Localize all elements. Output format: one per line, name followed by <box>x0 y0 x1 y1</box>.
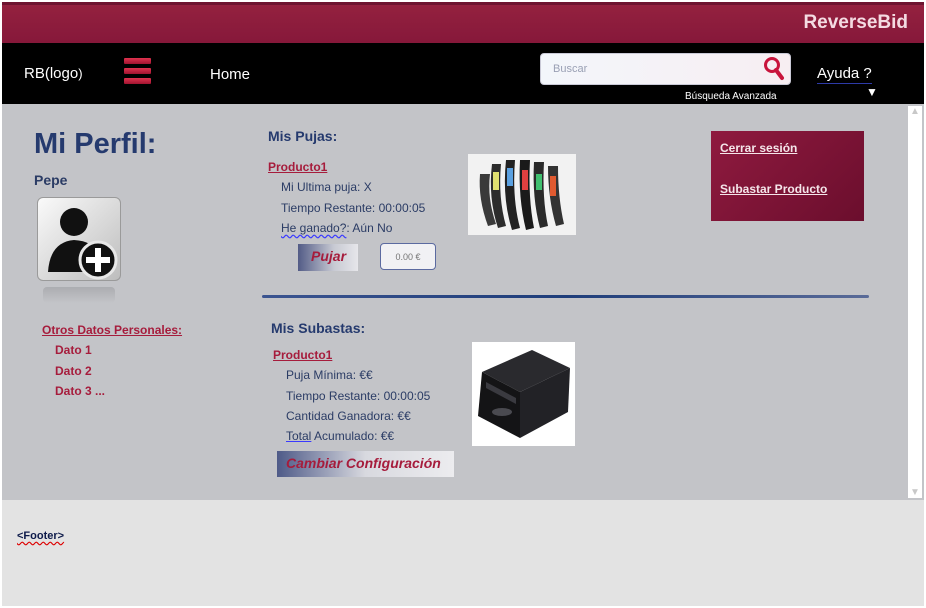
other-data-title[interactable]: Otros Datos Personales: <box>42 323 182 337</box>
winning-amount: Cantidad Ganadora: €€ <box>286 409 411 423</box>
personal-data-item: Dato 2 <box>55 364 92 378</box>
auction-product-menu-link[interactable]: Subastar Producto <box>720 182 827 196</box>
logo[interactable]: RB(logo) <box>24 65 83 82</box>
advanced-search-link[interactable]: Búsqueda Avanzada <box>685 91 777 102</box>
my-auctions-title: Mis Subastas: <box>271 320 366 336</box>
logo-text: RB(logo <box>24 65 79 82</box>
account-menu: Cerrar sesión Subastar Producto <box>711 131 864 221</box>
username: Pepe <box>34 172 68 188</box>
footer-label: <Footer> <box>17 530 65 542</box>
change-config-button[interactable]: Cambiar Configuración <box>277 451 454 477</box>
scroll-down-arrow-icon[interactable]: ▼ <box>910 487 920 498</box>
dropdown-arrow-icon[interactable]: ▼ <box>866 85 878 99</box>
auction-product-link[interactable]: Producto1 <box>273 348 332 362</box>
personal-data-item: Dato 3 ... <box>55 384 106 398</box>
personal-data-item: Dato 1 <box>55 343 92 357</box>
search-icon[interactable] <box>762 56 786 82</box>
smart-bands-product-image <box>468 154 576 235</box>
bid-time-left: Tiempo Restante: 00:00:05 <box>281 201 426 215</box>
logout-link[interactable]: Cerrar sesión <box>720 141 797 155</box>
brand-bar: ReverseBid <box>2 2 924 43</box>
search-box <box>540 53 791 85</box>
bid-won-status: He ganado?: Aún No <box>281 221 392 235</box>
brand-name: ReverseBid <box>803 12 908 33</box>
bid-button[interactable]: Pujar <box>298 244 358 271</box>
total-value: Acumulado: €€ <box>311 429 395 443</box>
media-player-product-image <box>472 342 575 446</box>
search-input[interactable] <box>553 60 753 78</box>
total-accumulated: Total Acumulado: €€ <box>286 429 394 443</box>
total-label: Total <box>286 429 312 443</box>
auction-time-left: Tiempo Restante: 00:00:05 <box>286 389 431 403</box>
won-label: He ganado? <box>281 221 347 235</box>
nav-bar: RB(logo) Home Búsqueda Avanzada Ayuda ? … <box>2 43 924 104</box>
scroll-up-arrow-icon[interactable]: ▲ <box>910 106 920 117</box>
page-title: Mi Perfil: <box>34 128 157 160</box>
scrollbar[interactable]: ▲ ▼ <box>908 106 922 498</box>
hamburger-menu-icon[interactable] <box>124 58 151 87</box>
footer: <Footer> <box>2 500 924 606</box>
won-value: : Aún No <box>346 221 393 235</box>
last-bid: Mi Ultima puja: X <box>281 180 372 194</box>
logo-suffix: ) <box>78 66 83 81</box>
section-divider <box>262 295 869 298</box>
bid-amount-input[interactable] <box>380 243 436 270</box>
avatar-reflection <box>43 287 115 303</box>
min-bid: Puja Mínima: €€ <box>286 368 373 382</box>
my-bids-title: Mis Pujas: <box>268 128 338 144</box>
bid-product-link[interactable]: Producto1 <box>268 160 327 174</box>
add-user-avatar-icon[interactable] <box>37 197 121 281</box>
nav-home-link[interactable]: Home <box>210 66 250 83</box>
help-menu[interactable]: Ayuda ? <box>817 65 872 84</box>
